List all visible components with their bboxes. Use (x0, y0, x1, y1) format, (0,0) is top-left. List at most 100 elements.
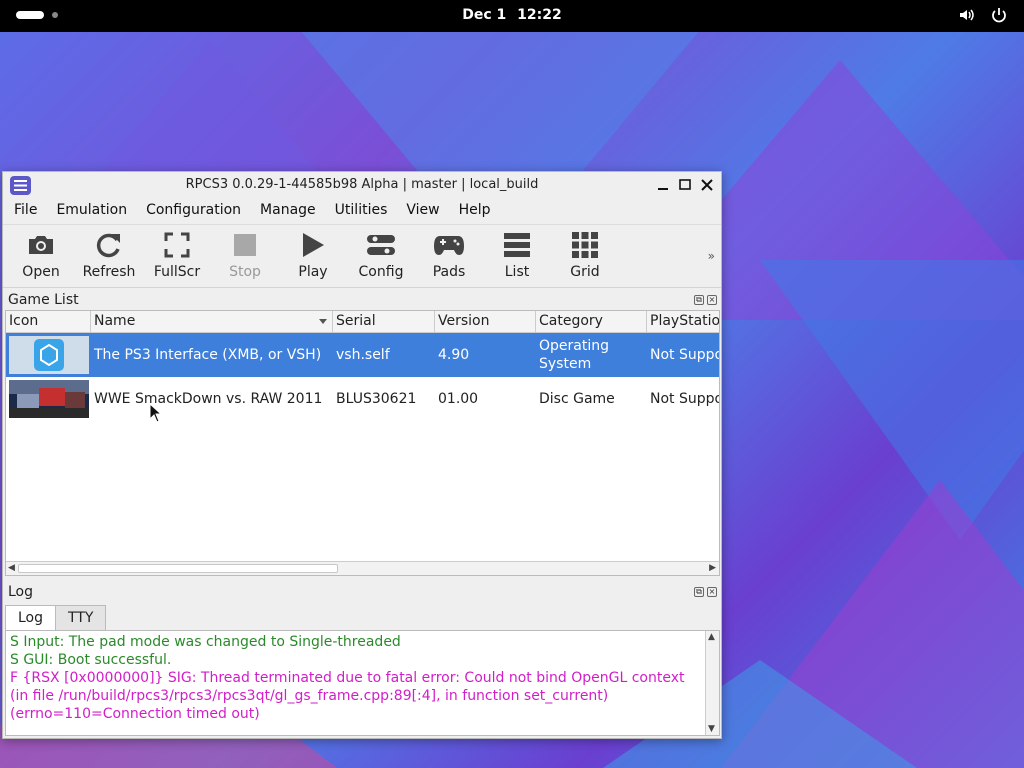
toolbar-overflow-button[interactable]: » (708, 249, 715, 263)
grid-view-button[interactable]: Grid (551, 230, 619, 280)
list-view-button[interactable]: List (483, 230, 551, 280)
close-dock-icon[interactable]: × (707, 587, 717, 597)
log-line: (errno=110=Connection timed out) (10, 706, 260, 722)
list-icon (504, 233, 530, 257)
log-line: S Input: The pad mode was changed to Sin… (10, 634, 401, 650)
scroll-left-icon[interactable]: ◀ (8, 563, 15, 573)
game-serial: vsh.self (336, 347, 390, 363)
clock-date: Dec 1 (462, 7, 507, 23)
open-label: Open (22, 264, 60, 280)
stop-icon (234, 234, 256, 256)
game-version: 4.90 (438, 347, 470, 363)
column-serial[interactable]: Serial (333, 311, 435, 333)
clock[interactable]: Dec 1 12:22 (0, 7, 1024, 23)
minimize-button[interactable] (657, 177, 669, 191)
column-name-label: Name (94, 313, 136, 329)
column-name[interactable]: Name (91, 311, 333, 333)
fullscreen-icon (164, 232, 190, 258)
game-list-table: Icon Name Serial Version Category PlaySt… (5, 310, 720, 576)
log-line: (in file /run/build/rpcs3/rpcs3/rpcs3qt/… (10, 688, 609, 704)
game-icon-wwe-smackdown (9, 380, 89, 418)
game-category: Disc Game (539, 391, 615, 407)
grid-icon (572, 232, 598, 258)
menu-bar: File Emulation Configuration Manage Util… (3, 200, 499, 222)
play-button[interactable]: Play (279, 230, 347, 280)
play-icon (303, 233, 324, 257)
game-playstation-status: Not Suppo (650, 391, 720, 407)
pads-label: Pads (432, 264, 466, 280)
refresh-icon (96, 233, 120, 258)
mouse-cursor-icon (149, 403, 161, 423)
window-controls (657, 177, 713, 191)
menu-manage[interactable]: Manage (249, 200, 324, 222)
game-icon-ps3-interface (9, 336, 89, 374)
grid-label: Grid (570, 264, 600, 280)
refresh-label: Refresh (82, 264, 136, 280)
gamepad-icon (434, 236, 464, 255)
fullscreen-label: FullScr (153, 264, 201, 280)
sort-descending-icon (319, 319, 327, 324)
power-icon (992, 8, 1006, 23)
scroll-up-icon[interactable]: ▲ (708, 632, 715, 642)
game-name: The PS3 Interface (XMB, or VSH) (94, 347, 322, 363)
config-toggles-icon (367, 235, 395, 255)
log-lines: S Input: The pad mode was changed to Sin… (6, 631, 719, 723)
menu-configuration[interactable]: Configuration (135, 200, 249, 222)
title-bar[interactable]: RPCS3 0.0.29-1-44585b98 Alpha | master |… (3, 172, 721, 199)
tab-log[interactable]: Log (5, 605, 57, 632)
camera-icon (29, 236, 53, 254)
column-icon[interactable]: Icon (6, 311, 91, 333)
pads-button[interactable]: Pads (415, 230, 483, 280)
game-name: WWE SmackDown vs. RAW 2011 (94, 391, 323, 407)
close-dock-icon[interactable]: × (707, 295, 717, 305)
play-label: Play (298, 264, 328, 280)
column-playstation[interactable]: PlayStation (647, 311, 719, 333)
log-vertical-scrollbar[interactable]: ▲ ▼ (705, 631, 719, 735)
log-dock-header: Log ⧉ × (3, 582, 721, 602)
game-category: Operating System (539, 338, 609, 372)
config-label: Config (358, 264, 404, 280)
scroll-down-icon[interactable]: ▼ (708, 724, 715, 734)
game-list-horizontal-scrollbar[interactable]: ◀ ▶ (6, 561, 719, 575)
menu-help[interactable]: Help (448, 200, 499, 222)
stop-label: Stop (229, 264, 261, 280)
window-title: RPCS3 0.0.29-1-44585b98 Alpha | master |… (185, 177, 539, 192)
refresh-button[interactable]: Refresh (75, 230, 143, 280)
top-bar: Dec 1 12:22 (0, 0, 1024, 32)
game-list-header: Icon Name Serial Version Category PlaySt… (6, 311, 719, 333)
column-category[interactable]: Category (536, 311, 647, 333)
game-serial: BLUS30621 (336, 391, 417, 407)
table-row[interactable]: WWE SmackDown vs. RAW 2011 BLUS30621 01.… (6, 377, 719, 421)
log-tabs: Log TTY (5, 605, 107, 632)
fullscreen-button[interactable]: FullScr (143, 230, 211, 280)
maximize-button[interactable] (679, 177, 691, 191)
open-button[interactable]: Open (7, 230, 75, 280)
float-dock-icon[interactable]: ⧉ (694, 295, 704, 305)
clock-time: 12:22 (517, 7, 562, 23)
menu-emulation[interactable]: Emulation (45, 200, 135, 222)
game-list-dock-header: Game List ⧉ × (3, 290, 721, 310)
scroll-right-icon[interactable]: ▶ (709, 563, 716, 573)
config-button[interactable]: Config (347, 230, 415, 280)
system-tray[interactable] (958, 6, 1008, 24)
list-label: List (504, 264, 530, 280)
table-row[interactable]: The PS3 Interface (XMB, or VSH) vsh.self… (6, 333, 719, 377)
volume-icon (960, 9, 974, 21)
stop-button[interactable]: Stop (211, 230, 279, 280)
game-playstation-status: Not Suppo (650, 347, 720, 363)
rpcs3-window: RPCS3 0.0.29-1-44585b98 Alpha | master |… (2, 171, 722, 739)
toolbar: Open Refresh FullScr Stop Play Config Pa… (3, 224, 721, 288)
menu-utilities[interactable]: Utilities (324, 200, 396, 222)
log-title: Log (8, 584, 34, 600)
menu-file[interactable]: File (3, 200, 45, 222)
log-line: S GUI: Boot successful. (10, 652, 172, 668)
float-dock-icon[interactable]: ⧉ (694, 587, 704, 597)
game-list-title: Game List (8, 292, 79, 308)
close-button[interactable] (701, 177, 713, 191)
menu-view[interactable]: View (395, 200, 447, 222)
scrollbar-handle[interactable] (18, 564, 338, 573)
game-version: 01.00 (438, 391, 479, 407)
column-version[interactable]: Version (435, 311, 536, 333)
tab-tty[interactable]: TTY (55, 605, 107, 631)
log-output[interactable]: S Input: The pad mode was changed to Sin… (5, 630, 720, 736)
